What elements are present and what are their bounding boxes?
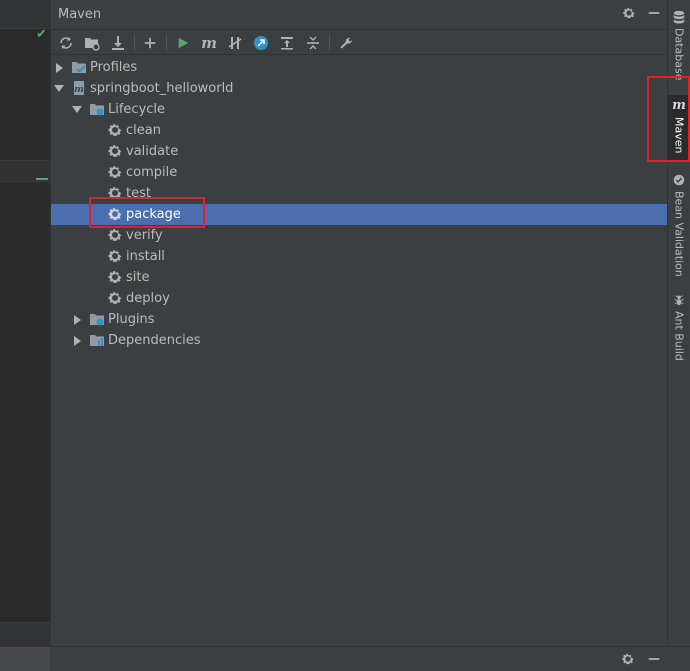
bean-validation-icon xyxy=(673,174,685,186)
maven-panel-header: Maven xyxy=(51,0,667,30)
tree-label: compile xyxy=(126,165,178,180)
collapse-arrow-icon[interactable] xyxy=(72,99,82,120)
bottom-bar-left xyxy=(0,647,50,671)
tree-label: site xyxy=(126,270,150,285)
ant-icon xyxy=(674,295,684,306)
dependencies-folder-icon xyxy=(90,335,104,346)
bottom-tool-window-header xyxy=(0,646,690,671)
tree-node-project[interactable]: m springboot_helloworld xyxy=(51,78,668,99)
tab-label: Ant Build xyxy=(672,311,686,361)
collapse-icon[interactable] xyxy=(303,33,323,53)
lifecycle-folder-icon xyxy=(90,104,104,116)
tree-label: Plugins xyxy=(108,312,155,327)
check-icon: ✔ xyxy=(36,27,47,42)
tree-label: clean xyxy=(126,123,161,138)
gear-icon xyxy=(108,124,122,136)
maven-m-icon[interactable]: m xyxy=(199,33,219,53)
tree-node-goal-install[interactable]: install xyxy=(51,246,668,267)
tree-node-goal-deploy[interactable]: deploy xyxy=(51,288,668,309)
toolbar-separator xyxy=(166,35,167,51)
gear-icon xyxy=(108,292,122,304)
wrench-icon[interactable] xyxy=(336,33,356,53)
tree-node-goal-compile[interactable]: compile xyxy=(51,162,668,183)
maven-toolbar: m xyxy=(51,30,667,55)
tree-label: validate xyxy=(126,144,179,159)
tree-label: deploy xyxy=(126,291,170,306)
gear-icon xyxy=(108,250,122,262)
tree-node-dependencies[interactable]: Dependencies xyxy=(51,330,668,351)
maven-tool-window: Maven m Profiles m springboot_helloworld… xyxy=(50,0,668,646)
gear-icon xyxy=(108,229,122,241)
folder-refresh-icon[interactable] xyxy=(82,33,102,53)
plus-icon[interactable] xyxy=(140,33,160,53)
download-icon[interactable] xyxy=(108,33,128,53)
refresh-icon[interactable] xyxy=(56,33,76,53)
tree-node-goal-validate[interactable]: validate xyxy=(51,141,668,162)
dependencies-icon[interactable] xyxy=(277,33,297,53)
offline-icon[interactable] xyxy=(225,33,245,53)
tree-node-goal-site[interactable]: site xyxy=(51,267,668,288)
gear-icon xyxy=(108,145,122,157)
editor-scrollbar-area xyxy=(0,622,50,647)
tab-label: Database xyxy=(672,28,686,81)
tree-label: install xyxy=(126,249,165,264)
change-marker xyxy=(36,178,48,180)
tab-ant-build[interactable]: Ant Build xyxy=(668,293,690,361)
plugins-folder-icon xyxy=(90,314,104,326)
tree-label: Lifecycle xyxy=(108,102,166,117)
profiles-folder-icon xyxy=(72,62,86,73)
tab-label: Bean Validation xyxy=(672,191,686,277)
highlight-box-package xyxy=(89,197,205,228)
highlight-box-maven-tab xyxy=(647,76,690,162)
expand-arrow-icon[interactable] xyxy=(54,57,64,78)
tree-label: Dependencies xyxy=(108,333,201,348)
svg-text:m: m xyxy=(74,85,84,95)
editor-gutter-strip: ✔ xyxy=(0,0,50,671)
tree-label: verify xyxy=(126,228,163,243)
tree-node-profiles[interactable]: Profiles xyxy=(51,57,668,78)
editor-tab-bar xyxy=(0,0,50,29)
tree-label: Profiles xyxy=(90,60,138,75)
gear-icon[interactable] xyxy=(620,652,636,668)
tree-node-lifecycle[interactable]: Lifecycle xyxy=(51,99,668,120)
tree-label: springboot_helloworld xyxy=(90,81,234,96)
gear-icon[interactable] xyxy=(621,6,637,22)
tree-node-goal-clean[interactable]: clean xyxy=(51,120,668,141)
toolbar-separator xyxy=(134,35,135,51)
panel-title: Maven xyxy=(58,7,102,22)
gear-icon xyxy=(108,271,122,283)
tree-node-goal-verify[interactable]: verify xyxy=(51,225,668,246)
collapse-arrow-icon[interactable] xyxy=(54,78,64,99)
expand-arrow-icon[interactable] xyxy=(72,330,82,351)
tab-database[interactable]: Database xyxy=(668,10,690,81)
expand-arrow-icon[interactable] xyxy=(72,309,82,330)
tree-node-plugins[interactable]: Plugins xyxy=(51,309,668,330)
maven-project-icon: m xyxy=(74,81,84,95)
run-icon[interactable] xyxy=(173,33,193,53)
toolbar-separator xyxy=(329,35,330,51)
minimize-icon[interactable] xyxy=(646,652,662,668)
minimize-icon[interactable] xyxy=(646,6,662,22)
skip-tests-icon[interactable] xyxy=(251,33,271,53)
tab-bean-validation[interactable]: Bean Validation xyxy=(668,173,690,277)
gear-icon xyxy=(108,166,122,178)
database-icon xyxy=(673,10,685,24)
